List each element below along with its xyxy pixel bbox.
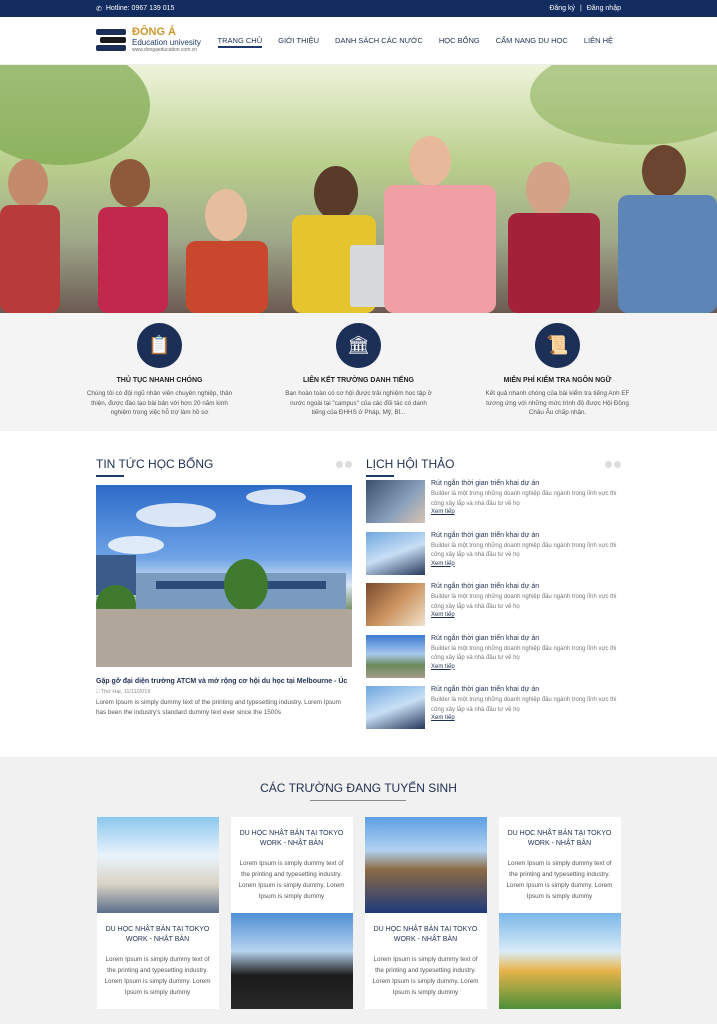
feature-title: LIÊN KẾT TRƯỜNG DANH TIẾNG	[303, 377, 414, 384]
school-title[interactable]: DU HỌC NHẬT BẢN TẠI TOKYO WORK - NHẬT BẢ…	[373, 925, 479, 945]
logo-brand: ĐÔNG Á	[132, 26, 176, 38]
nav-guide[interactable]: CẨM NANG DU HỌC	[488, 17, 576, 65]
event-title[interactable]: Rút ngắn thời gian triển khai dự án	[431, 635, 621, 642]
news-section-title: TIN TỨC HỌC BỔNG	[96, 457, 214, 471]
list-item[interactable]: Rút ngắn thời gian triển khai dự án Buil…	[366, 686, 621, 737]
feature-desc: Bạn hoàn toàn có cơ hội được trải nghiệm…	[285, 390, 432, 416]
hotline-text: Hotline: 0967 139 015	[105, 5, 175, 12]
school-desc: Lorem Ipsum is simply dummy text of the …	[104, 956, 211, 996]
list-item[interactable]: Rút ngắn thời gian triển khai dự án Buil…	[366, 583, 621, 634]
feature-title: THỦ TỤC NHANH CHÓNG	[116, 377, 203, 384]
school-card[interactable]: DU HỌC NHẬT BẢN TẠI TOKYO WORK - NHẬT BẢ…	[96, 817, 219, 1009]
event-thumbnail	[366, 480, 425, 523]
school-card[interactable]: DU HỌC NHẬT BẢN TẠI TOKYO WORK - NHẬT BẢ…	[364, 817, 487, 1009]
seminar-schedule: LỊCH HỘI THẢO Rút ngắn thời gian triển k…	[366, 457, 621, 757]
site-header: ĐÔNG Á Education univesity www.dongaeduc…	[0, 17, 717, 65]
event-title[interactable]: Rút ngắn thời gian triển khai dự án	[431, 532, 621, 539]
read-more-link[interactable]: Xem tiếp	[431, 561, 621, 567]
event-thumbnail	[366, 634, 425, 678]
school-desc: Lorem Ipsum is simply dummy text of the …	[372, 956, 479, 996]
login-link[interactable]: Đăng nhập	[587, 5, 621, 12]
hero-banner	[0, 65, 717, 313]
school-card[interactable]: DU HỌC NHẬT BẢN TẠI TOKYO WORK - NHẬT BẢ…	[498, 817, 621, 1009]
event-thumbnail	[366, 531, 425, 575]
feature-desc: Chúng tôi có đội ngũ nhân viên chuyên ng…	[86, 390, 233, 416]
news-headline[interactable]: Gặp gỡ đại diện trường ATCM và mở rộng c…	[96, 678, 352, 685]
school-desc: Lorem Ipsum is simply dummy text of the …	[238, 860, 345, 900]
news-date: □ Thứ Hai, 11/11/2019	[96, 689, 151, 695]
event-desc: Builder là một trong những doanh nghiệp …	[431, 542, 617, 559]
scholarship-news: TIN TỨC HỌC BỔNG Gặp gỡ đại diện trường …	[96, 457, 352, 757]
list-item[interactable]: Rút ngắn thời gian triển khai dự án Buil…	[366, 480, 621, 531]
schools-grid: DU HỌC NHẬT BẢN TẠI TOKYO WORK - NHẬT BẢ…	[0, 817, 717, 1009]
school-image	[230, 913, 353, 1009]
school-image	[96, 817, 219, 913]
event-desc: Builder là một trong những doanh nghiệp …	[431, 697, 617, 713]
read-more-link[interactable]: Xem tiếp	[431, 664, 621, 670]
list-item[interactable]: Rút ngắn thời gian triển khai dự án Buil…	[366, 531, 621, 583]
clipboard-icon: 📋	[137, 323, 182, 368]
features-strip: 📋 THỦ TỤC NHANH CHÓNG Chúng tôi có đội n…	[0, 313, 717, 431]
main-nav: TRANG CHỦ GIỚI THIỆU DANH SÁCH CÁC NƯỚC …	[210, 17, 621, 65]
nav-about[interactable]: GIỚI THIỆU	[270, 17, 327, 65]
read-more-link[interactable]: Xem tiếp	[431, 715, 621, 721]
feature-title: MIỄN PHÍ KIỂM TRA NGÔN NGỮ	[503, 377, 612, 384]
book-stack-icon	[96, 27, 128, 55]
top-bar: ✆ Hotline: 0967 139 015 Đăng ký | Đăng n…	[0, 0, 717, 17]
event-title[interactable]: Rút ngắn thời gian triển khai dự án	[431, 583, 621, 590]
hotline[interactable]: ✆ Hotline: 0967 139 015	[96, 5, 174, 13]
students-hero-image	[0, 65, 717, 313]
school-title[interactable]: DU HỌC NHẬT BẢN TẠI TOKYO WORK - NHẬT BẢ…	[105, 925, 211, 945]
event-desc: Builder là một trong những doanh nghiệp …	[431, 491, 617, 507]
logo-url: www.dongaeducation.com.vn	[132, 47, 198, 53]
feature-desc: Kết quả nhanh chóng của bài kiểm tra tiế…	[485, 390, 630, 416]
news-section: TIN TỨC HỌC BỔNG Gặp gỡ đại diện trường …	[0, 431, 717, 757]
logo[interactable]: ĐÔNG Á Education univesity www.dongaeduc…	[96, 27, 205, 55]
school-image	[364, 817, 487, 913]
school-card[interactable]: DU HỌC NHẬT BẢN TẠI TOKYO WORK - NHẬT BẢ…	[230, 817, 353, 1009]
calendar-icon: □	[96, 689, 100, 695]
institution-icon: 🏛	[336, 323, 381, 368]
event-thumbnail	[366, 583, 425, 626]
school-image	[498, 913, 621, 1009]
events-section-title: LỊCH HỘI THẢO	[366, 457, 455, 471]
certificate-icon: 📜	[535, 323, 580, 368]
event-title[interactable]: Rút ngắn thời gian triển khai dự án	[431, 480, 621, 487]
nav-scholarships[interactable]: HỌC BỔNG	[431, 17, 488, 65]
phone-icon: ✆	[96, 5, 102, 13]
event-desc: Builder là một trong những doanh nghiệp …	[431, 645, 617, 662]
read-more-link[interactable]: Xem tiếp	[431, 612, 621, 618]
read-more-link[interactable]: Xem tiếp	[431, 509, 621, 515]
nav-contact[interactable]: LIÊN HỆ	[576, 17, 621, 65]
event-thumbnail	[366, 686, 425, 729]
events-carousel-dots[interactable]	[605, 457, 621, 471]
schools-section: CÁC TRƯỜNG ĐANG TUYỂN SINH DU HỌC NHẬT B…	[0, 757, 717, 1024]
news-carousel-dots[interactable]	[336, 457, 352, 471]
school-desc: Lorem Ipsum is simply dummy text of the …	[506, 860, 613, 900]
nav-home[interactable]: TRANG CHỦ	[210, 17, 271, 65]
feature-partner-schools: 🏛 LIÊN KẾT TRƯỜNG DANH TIẾNG Bạn hoàn to…	[284, 323, 434, 431]
news-desc: Lorem Ipsum is simply dummy text of the …	[96, 699, 341, 716]
auth-links: Đăng ký | Đăng nhập	[546, 5, 621, 12]
auth-separator: |	[579, 5, 582, 12]
school-title[interactable]: DU HỌC NHẬT BẢN TẠI TOKYO WORK - NHẬT BẢ…	[239, 829, 345, 849]
nav-countries[interactable]: DANH SÁCH CÁC NƯỚC	[327, 17, 431, 65]
event-desc: Builder là một trong những doanh nghiệp …	[431, 594, 617, 610]
feature-free-test: 📜 MIỄN PHÍ KIỂM TRA NGÔN NGỮ Kết quả nha…	[483, 323, 633, 431]
list-item[interactable]: Rút ngắn thời gian triển khai dự án Buil…	[366, 634, 621, 686]
logo-subtitle: Education univesity	[132, 38, 201, 47]
news-image[interactable]	[96, 485, 352, 667]
school-title[interactable]: DU HỌC NHẬT BẢN TẠI TOKYO WORK - NHẬT BẢ…	[507, 829, 613, 849]
register-link[interactable]: Đăng ký	[549, 5, 575, 12]
feature-fast-procedure: 📋 THỦ TỤC NHANH CHÓNG Chúng tôi có đội n…	[85, 323, 235, 431]
event-title[interactable]: Rút ngắn thời gian triển khai dự án	[431, 686, 621, 693]
schools-section-title: CÁC TRƯỜNG ĐANG TUYỂN SINH	[0, 781, 717, 801]
